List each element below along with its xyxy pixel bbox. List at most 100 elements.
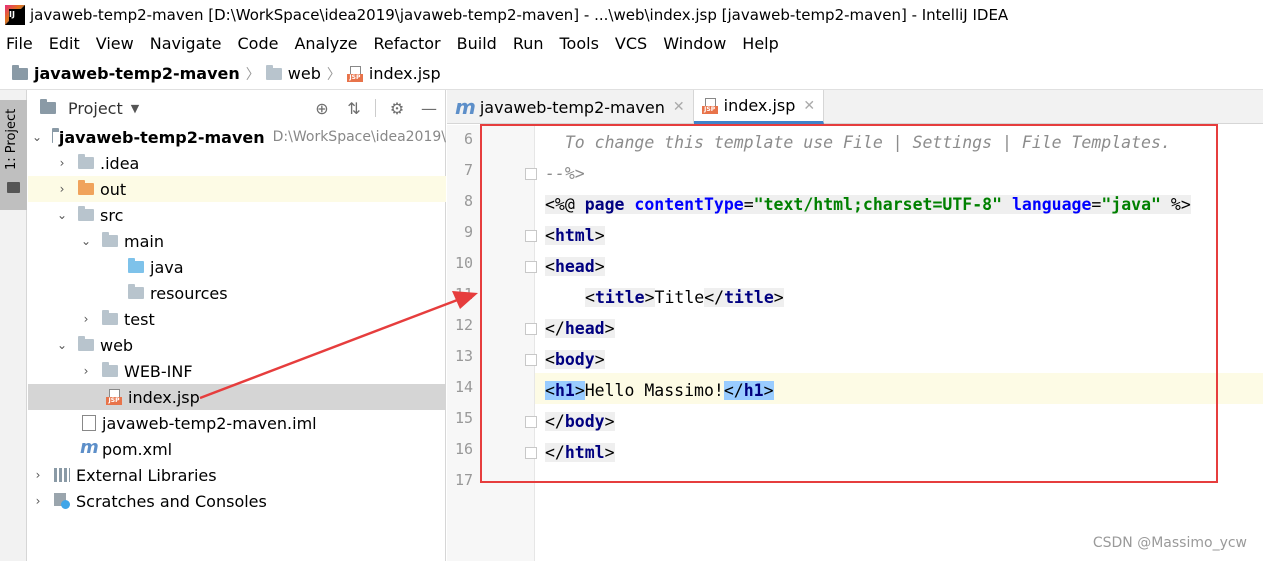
- menu-navigate[interactable]: Navigate: [150, 34, 222, 53]
- line-number: 13: [454, 347, 473, 365]
- tree-item-label: resources: [150, 283, 228, 303]
- tree-item-label: Scratches and Consoles: [76, 491, 267, 511]
- minimize-icon[interactable]: —: [418, 97, 440, 119]
- menu-window[interactable]: Window: [663, 34, 726, 53]
- chevron-down-icon[interactable]: ⌄: [80, 234, 92, 248]
- chevron-right-icon[interactable]: ›: [32, 468, 44, 482]
- close-icon[interactable]: ✕: [803, 98, 815, 114]
- tab-pom[interactable]: m javaweb-temp2-maven ✕: [447, 90, 694, 124]
- code-line: <%@ page contentType = "text/html;charset=…: [545, 194, 1191, 214]
- code-area[interactable]: To change this template use File | Setti…: [535, 125, 1263, 561]
- tree-item-web-inf[interactable]: › WEB-INF: [28, 358, 446, 384]
- tree-item-scratches[interactable]: › Scratches and Consoles: [28, 488, 446, 514]
- tree-item-iml[interactable]: javaweb-temp2-maven.iml: [28, 410, 446, 436]
- chevron-right-icon[interactable]: ›: [32, 494, 44, 508]
- breadcrumb-web[interactable]: web: [265, 64, 321, 83]
- resources-folder-icon: [128, 284, 144, 299]
- module-folder-icon: [52, 128, 58, 143]
- line-number: 6: [463, 130, 473, 148]
- line-number: 17: [454, 471, 473, 489]
- libraries-icon: [54, 468, 70, 482]
- code-line: < title > Title </title >: [585, 287, 784, 307]
- chevron-down-icon[interactable]: ⌄: [56, 208, 68, 222]
- web-folder-icon: [78, 336, 94, 351]
- code-line: < h1 > Hello Massimo! </h1 >: [545, 380, 774, 400]
- jsp-file-icon: JSP: [106, 389, 122, 405]
- tree-item-label: WEB-INF: [124, 361, 193, 381]
- line-number: 11: [454, 285, 473, 303]
- project-view-selector[interactable]: Project: [68, 99, 123, 118]
- folder-icon: [78, 154, 94, 169]
- menu-file[interactable]: File: [6, 34, 33, 53]
- menu-code[interactable]: Code: [238, 34, 279, 53]
- chevron-down-icon[interactable]: ⌄: [32, 130, 42, 144]
- chevron-right-icon[interactable]: ›: [56, 182, 68, 196]
- line-number: 8: [463, 192, 473, 210]
- tree-item-java[interactable]: java: [28, 254, 446, 280]
- chevron-right-icon[interactable]: ›: [56, 156, 68, 170]
- tree-item-label: index.jsp: [128, 387, 200, 407]
- chevron-down-icon[interactable]: ▼: [131, 102, 139, 115]
- tab-label: javaweb-temp2-maven: [479, 97, 665, 117]
- tree-item-label: javaweb-temp2-maven: [58, 127, 265, 147]
- menu-help[interactable]: Help: [742, 34, 778, 53]
- tree-item-main[interactable]: ⌄ main: [28, 228, 446, 254]
- web-folder-icon: [265, 64, 282, 80]
- intellij-logo-icon: IJ: [5, 5, 25, 25]
- chevron-right-icon[interactable]: ›: [80, 364, 92, 378]
- line-number: 10: [454, 254, 473, 272]
- gear-icon[interactable]: ⚙: [386, 97, 408, 119]
- code-line: To change this template use File | Setti…: [545, 132, 1171, 152]
- module-folder-icon: [12, 64, 28, 80]
- tree-item-project-root[interactable]: ⌄ javaweb-temp2-maven D:\WorkSpace\idea2…: [28, 124, 446, 150]
- project-path: D:\WorkSpace\idea2019\: [272, 129, 446, 145]
- tree-item-idea[interactable]: › .idea: [28, 150, 446, 176]
- tree-item-web[interactable]: ⌄ web: [28, 332, 446, 358]
- tree-item-pom[interactable]: m pom.xml: [28, 436, 446, 462]
- breadcrumb: javaweb-temp2-maven 〉 web 〉 JSP index.js…: [0, 58, 1263, 90]
- breadcrumb-separator: 〉: [326, 66, 341, 83]
- collapse-all-icon[interactable]: ⇅: [343, 97, 365, 119]
- locate-target-icon[interactable]: ⊕: [311, 97, 333, 119]
- menu-analyze[interactable]: Analyze: [294, 34, 357, 53]
- editor-gutter: 6 7 8 9 10 11 12 13 14 15 16 17: [447, 125, 537, 561]
- code-line: < body >: [545, 349, 605, 369]
- project-tool-label: 1: Project: [4, 108, 19, 170]
- tree-item-label: test: [124, 309, 155, 329]
- folder-icon: [102, 232, 118, 247]
- menu-tools[interactable]: Tools: [560, 34, 599, 53]
- breadcrumb-index-jsp[interactable]: JSP index.jsp: [346, 64, 441, 83]
- tree-item-out[interactable]: › out: [28, 176, 446, 202]
- maven-icon: m: [80, 437, 99, 458]
- close-icon[interactable]: ✕: [673, 99, 685, 115]
- tab-index-jsp[interactable]: JSP index.jsp ✕: [693, 90, 825, 124]
- tree-item-resources[interactable]: resources: [28, 280, 446, 306]
- chevron-right-icon[interactable]: ›: [80, 312, 92, 326]
- code-line: < head >: [545, 256, 605, 276]
- tree-item-label: java: [150, 257, 184, 277]
- menu-refactor[interactable]: Refactor: [374, 34, 441, 53]
- tree-item-label: pom.xml: [102, 439, 173, 459]
- tool-window-stripe: 1: Project: [0, 90, 27, 561]
- window-title: javaweb-temp2-maven [D:\WorkSpace\idea20…: [30, 6, 1009, 24]
- code-line: </body >: [545, 411, 615, 431]
- menu-view[interactable]: View: [96, 34, 134, 53]
- jsp-file-icon: JSP: [701, 97, 718, 114]
- menu-vcs[interactable]: VCS: [615, 34, 647, 53]
- tree-item-label: .idea: [100, 153, 140, 173]
- code-line: </head >: [545, 318, 615, 338]
- menu-run[interactable]: Run: [513, 34, 544, 53]
- tree-item-src[interactable]: ⌄ src: [28, 202, 446, 228]
- project-tool-button[interactable]: 1: Project: [0, 100, 27, 210]
- folder-icon: [7, 182, 20, 193]
- tree-item-index-jsp[interactable]: JSP index.jsp: [28, 384, 446, 410]
- menu-edit[interactable]: Edit: [49, 34, 80, 53]
- jsp-file-icon: JSP: [346, 65, 363, 82]
- menu-build[interactable]: Build: [457, 34, 497, 53]
- chevron-down-icon[interactable]: ⌄: [56, 338, 68, 352]
- tree-item-test[interactable]: › test: [28, 306, 446, 332]
- breadcrumb-project[interactable]: javaweb-temp2-maven: [12, 64, 240, 83]
- title-bar: IJ javaweb-temp2-maven [D:\WorkSpace\ide…: [0, 0, 1263, 30]
- tree-item-external-libraries[interactable]: › External Libraries: [28, 462, 446, 488]
- tree-item-label: src: [100, 205, 124, 225]
